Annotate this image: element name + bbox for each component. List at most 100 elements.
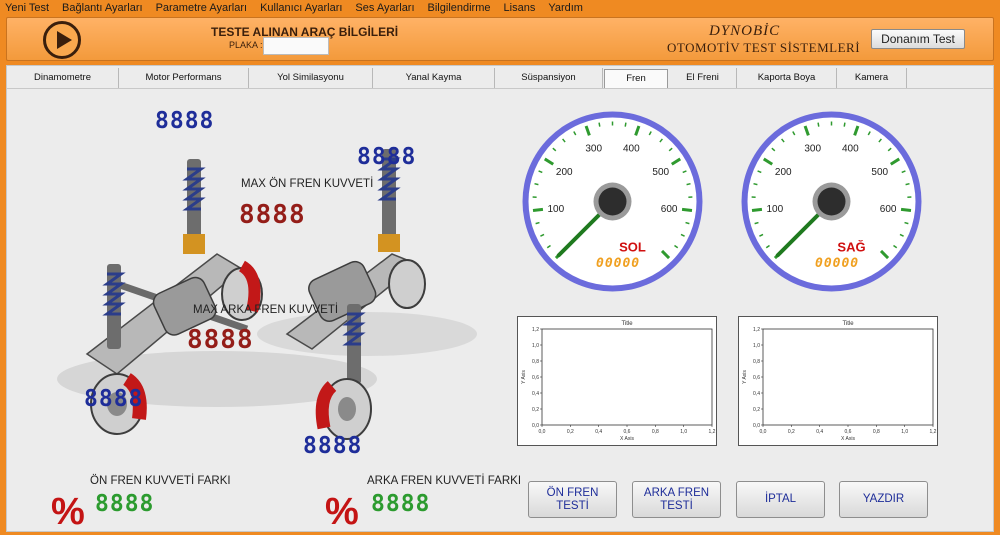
gauge-tick-label: 200 <box>775 167 792 178</box>
graph-x-tick-label: 1,2 <box>709 429 716 435</box>
gauge-minor-tick <box>843 122 846 127</box>
menu-new-test[interactable]: Yeni Test <box>5 2 49 14</box>
graph-y-tick-label: 0,8 <box>753 359 760 365</box>
graph-y-tick-label: 0,6 <box>753 375 760 381</box>
graph-y-tick-label: 0,6 <box>532 375 539 381</box>
gauge-minor-tick <box>535 221 540 225</box>
gauge-hub <box>817 187 846 216</box>
rear-left-force-readout: 8888 <box>84 386 144 412</box>
plate-label: PLAKA : <box>229 40 263 50</box>
graph-x-tick-label: 0,0 <box>760 429 767 435</box>
right-brake-graph: Title 0,0 0,2 0,4 0,6 0,8 1,0 1,2 0,0 0,2 0,4 0,6 0,… <box>738 316 938 446</box>
tab-road-simulation[interactable]: Yol Similasyonu <box>249 68 373 88</box>
graph-x-tick-label: 0,0 <box>539 429 546 435</box>
gauge-tick-label: 200 <box>556 167 573 178</box>
gauge-major-tick <box>532 207 544 212</box>
graph-x-tick-label: 0,6 <box>624 429 631 435</box>
right-gauge: 100 200 300 400 500 600 SAĞ 00000 <box>739 109 924 294</box>
gauge-tick-label: 300 <box>804 144 821 155</box>
graph-x-tick-label: 0,2 <box>567 429 574 435</box>
gauge-minor-tick <box>624 122 627 127</box>
graph-plot-area <box>541 328 713 426</box>
gauge-minor-tick <box>817 122 820 127</box>
gauge-minor-tick <box>904 221 909 225</box>
left-brake-graph: Title 0,0 0,2 0,4 0,6 0,8 1,0 1,2 0,0 0,2 0,4 0,6 0,… <box>517 316 717 446</box>
front-brake-test-button[interactable]: ÖN FREN TESTİ <box>528 481 617 518</box>
tab-camera[interactable]: Kamera <box>837 68 907 88</box>
gauge-minor-tick <box>534 182 539 186</box>
print-button[interactable]: YAZDIR <box>839 481 928 518</box>
gauge-major-tick <box>681 207 693 212</box>
gauge-tick-label: 300 <box>585 144 602 155</box>
graph-x-tick-label: 0,4 <box>595 429 602 435</box>
gauge-hub <box>598 187 627 216</box>
rear-brake-diff-readout: 8888 <box>371 491 431 517</box>
gauge-tick-label: 500 <box>652 167 669 178</box>
tab-dynamometer[interactable]: Dinamometre <box>7 68 119 88</box>
gauge-major-tick <box>900 207 912 212</box>
graph-x-tick-label: 1,0 <box>901 429 908 435</box>
tab-body-paint[interactable]: Kaporta Boya <box>737 68 837 88</box>
gauge-minor-tick <box>753 182 758 186</box>
menu-help[interactable]: Yardım <box>548 2 583 14</box>
graph-y-tick-label: 1,0 <box>532 343 539 349</box>
graph-y-axis-label: Y Axis <box>521 370 527 384</box>
graph-x-tick-label: 0,8 <box>652 429 659 435</box>
graph-y-tick-label: 1,2 <box>753 327 760 333</box>
gauge-minor-tick <box>754 221 759 225</box>
graph-x-tick-label: 1,2 <box>930 429 937 435</box>
tab-hand-brake[interactable]: El Freni <box>669 68 737 88</box>
tab-brake[interactable]: Fren <box>604 69 668 88</box>
graph-title: Title <box>621 321 633 327</box>
gauge-tick-label: 600 <box>661 204 678 215</box>
gauge-minor-tick <box>685 221 690 225</box>
graph-x-tick-label: 0,2 <box>788 429 795 435</box>
graph-y-tick-label: 0,4 <box>753 391 760 397</box>
rear-brake-test-button[interactable]: ARKA FREN TESTİ <box>632 481 721 518</box>
gauge-side-label: SOL <box>619 240 646 255</box>
gauge-tick-label: 400 <box>623 144 640 155</box>
brand-subtitle: OTOMOTİV TEST SİSTEMLERİ <box>667 40 861 55</box>
graph-y-tick-label: 0,0 <box>532 423 539 429</box>
menu-user-settings[interactable]: Kullanıcı Ayarları <box>260 2 342 14</box>
graph-y-axis-label: Y Axis <box>742 370 748 384</box>
play-icon[interactable] <box>43 21 81 59</box>
tab-engine-performance[interactable]: Motor Performans <box>119 68 249 88</box>
rear-right-force-readout: 8888 <box>303 433 363 459</box>
graph-y-tick-label: 1,0 <box>753 343 760 349</box>
brand-logo: DYNOBİC <box>709 23 781 39</box>
graph-y-tick-label: 0,4 <box>532 391 539 397</box>
menu-license[interactable]: Lisans <box>504 2 536 14</box>
menu-connection-settings[interactable]: Bağlantı Ayarları <box>62 2 143 14</box>
hardware-test-button[interactable]: Donanım Test <box>871 29 965 49</box>
tab-suspension[interactable]: Süspansiyon <box>495 68 603 88</box>
right-gauge-readout: 00000 <box>815 256 860 271</box>
front-brake-diff-label: ÖN FREN KUVVETİ FARKI <box>90 475 231 487</box>
max-front-brake-label: MAX ÖN FREN KUVVETİ <box>241 178 374 190</box>
gauge-major-tick <box>751 207 763 212</box>
menu-sound-settings[interactable]: Ses Ayarları <box>355 2 414 14</box>
tab-divider <box>7 88 993 89</box>
graph-y-tick-label: 0,2 <box>753 407 760 413</box>
graph-y-tick-label: 0,8 <box>532 359 539 365</box>
plate-input[interactable] <box>263 37 329 55</box>
max-front-brake-readout: 8888 <box>239 200 306 230</box>
main-panel: Dinamometre Motor Performans Yol Similas… <box>6 65 994 533</box>
front-left-force-readout: 8888 <box>155 108 215 134</box>
gauge-tick-label: 100 <box>767 204 784 215</box>
tab-side-slip[interactable]: Yanal Kayma <box>373 68 495 88</box>
graph-x-axis-label: X Axis <box>841 436 855 442</box>
gauge-minor-tick <box>686 182 691 186</box>
max-rear-brake-readout: 8888 <box>187 325 254 355</box>
vehicle-info-header: TESTE ALINAN ARAÇ BİLGİLERİ PLAKA : DYNO… <box>6 17 994 61</box>
front-right-force-readout: 8888 <box>357 144 417 170</box>
left-gauge: 100 200 300 400 500 600 SOL 00000 <box>520 109 705 294</box>
left-gauge-readout: 00000 <box>596 256 641 271</box>
gauge-minor-tick <box>905 182 910 186</box>
cancel-button[interactable]: İPTAL <box>736 481 825 518</box>
graph-x-tick-label: 1,0 <box>680 429 687 435</box>
graph-y-tick-label: 1,2 <box>532 327 539 333</box>
menu-information[interactable]: Bilgilendirme <box>428 2 491 14</box>
menu-parameter-settings[interactable]: Parametre Ayarları <box>156 2 248 14</box>
rear-percent-icon: % <box>325 491 359 533</box>
